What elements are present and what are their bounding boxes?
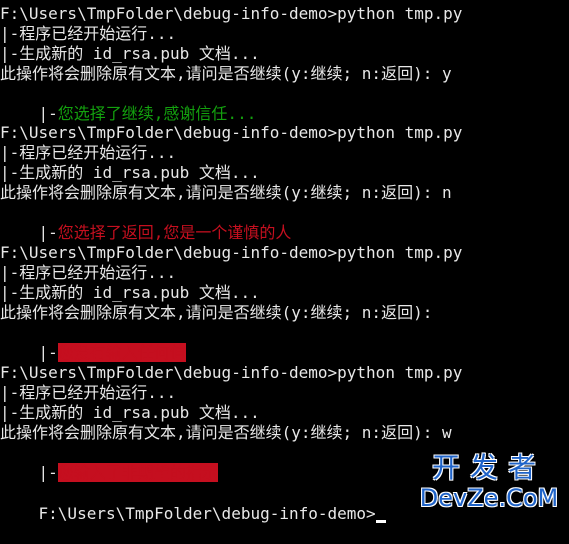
- command-prompt-line: F:\Users\TmpFolder\debug-info-demo>pytho…: [0, 243, 463, 262]
- result-line: |-您选择了返回,您是一个谨慎的人: [0, 203, 292, 242]
- result-prefix: |-: [38, 104, 58, 123]
- result-text-error-highlight: 您输入了非期望的指示: [57, 463, 218, 482]
- command-prompt-line: F:\Users\TmpFolder\debug-info-demo>pytho…: [0, 4, 463, 23]
- output-line: |-生成新的 id_rsa.pub 文档...: [0, 403, 260, 422]
- result-text-success: 您选择了继续,感谢信任...: [57, 104, 257, 123]
- command-prompt-line-active[interactable]: F:\Users\TmpFolder\debug-info-demo>: [0, 484, 386, 523]
- result-prefix: |-: [38, 223, 58, 242]
- question-line: 此操作将会删除原有文本,请问是否继续(y:继续; n:返回):: [0, 303, 433, 322]
- result-prefix: |-: [38, 343, 58, 362]
- question-line: 此操作将会删除原有文本,请问是否继续(y:继续; n:返回): n: [0, 183, 452, 202]
- result-line: |-您输入了非期望的指示: [0, 443, 218, 482]
- result-line: |-您选择了继续,感谢信任...: [0, 84, 257, 123]
- output-line: |-生成新的 id_rsa.pub 文档...: [0, 44, 260, 63]
- command-prompt-line: F:\Users\TmpFolder\debug-info-demo>pytho…: [0, 123, 463, 142]
- output-line: |-程序已经开始运行...: [0, 263, 177, 282]
- result-line: |-您没有输入任何值: [0, 323, 186, 362]
- output-line: |-程序已经开始运行...: [0, 24, 177, 43]
- watermark-top-text: 开发者: [431, 451, 546, 484]
- result-prefix: |-: [38, 463, 58, 482]
- watermark-bottom-text: DevZe.CoM: [419, 484, 559, 512]
- watermark-logo: 开发者 DevZe.CoM: [414, 452, 564, 514]
- result-text-error-highlight: 您没有输入任何值: [57, 343, 186, 362]
- command-prompt-line: F:\Users\TmpFolder\debug-info-demo>pytho…: [0, 363, 463, 382]
- text-cursor: [375, 520, 386, 523]
- output-line: |-生成新的 id_rsa.pub 文档...: [0, 163, 260, 182]
- final-prompt-text: F:\Users\TmpFolder\debug-info-demo>: [38, 504, 376, 523]
- output-line: |-生成新的 id_rsa.pub 文档...: [0, 283, 260, 302]
- result-text-cancel: 您选择了返回,您是一个谨慎的人: [57, 223, 292, 242]
- output-line: |-程序已经开始运行...: [0, 383, 177, 402]
- question-line: 此操作将会删除原有文本,请问是否继续(y:继续; n:返回): w: [0, 423, 452, 442]
- output-line: |-程序已经开始运行...: [0, 143, 177, 162]
- console-window[interactable]: F:\Users\TmpFolder\debug-info-demo>pytho…: [0, 0, 569, 523]
- question-line: 此操作将会删除原有文本,请问是否继续(y:继续; n:返回): y: [0, 64, 452, 83]
